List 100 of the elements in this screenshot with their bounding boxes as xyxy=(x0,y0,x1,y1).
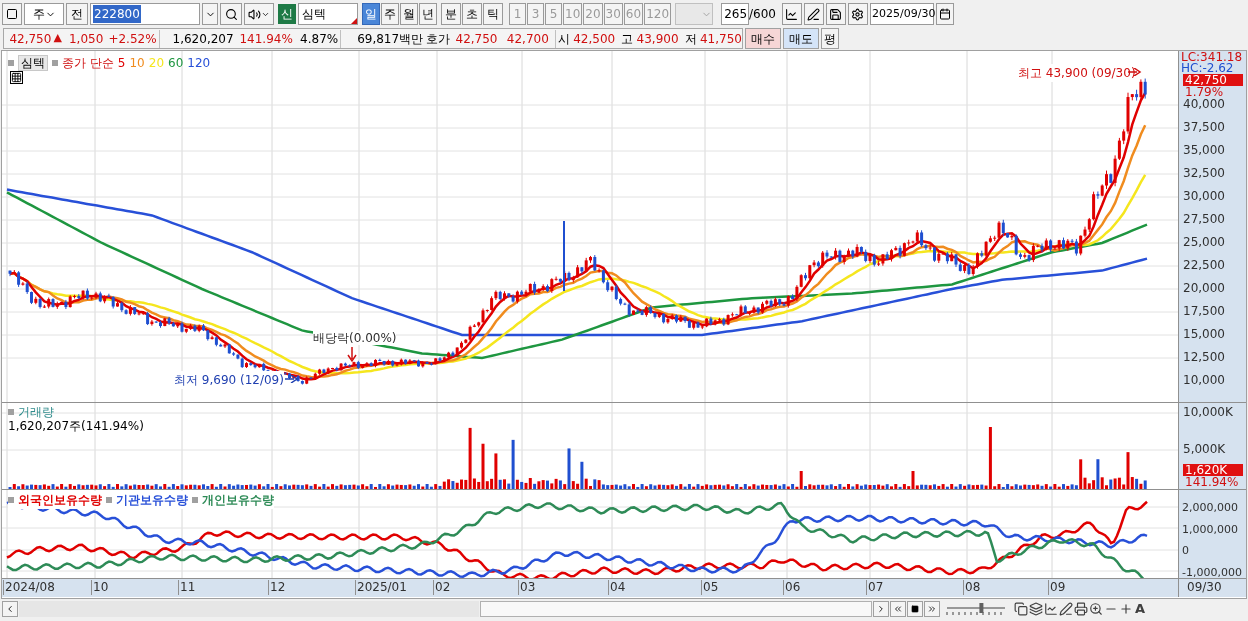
line-chart-icon[interactable] xyxy=(1044,602,1058,616)
ask-price: 42,750 xyxy=(454,30,498,48)
period-tab[interactable]: 월 xyxy=(400,3,418,25)
search-icon[interactable] xyxy=(1089,602,1103,616)
high-marker: 최고 43,900 (09/30) xyxy=(1018,64,1136,82)
volume-tag-rate: 141.94% xyxy=(1185,476,1239,488)
date-axis-label: 11 xyxy=(178,580,196,595)
search-button[interactable] xyxy=(220,3,242,25)
save-button[interactable] xyxy=(826,3,846,25)
date-axis-label: 04 xyxy=(608,580,626,595)
low-price: 41,750 xyxy=(699,30,742,48)
price-axis-label: 25,000 xyxy=(1183,236,1225,249)
holdings-axis-label: 0 xyxy=(1182,544,1189,557)
price-axis-label: 27,500 xyxy=(1183,213,1225,226)
intraday-tab[interactable]: 분 xyxy=(441,3,461,25)
prev-button[interactable]: 전 xyxy=(66,3,88,25)
bid-price: 42,700 xyxy=(505,30,549,48)
price-axis-label: 10,000 xyxy=(1183,374,1225,387)
direction-mark: ▲ xyxy=(53,30,62,47)
current-date-label: 09/30 xyxy=(1178,579,1246,597)
zoom-slider-thumb[interactable] xyxy=(979,603,984,613)
low-arrow-icon xyxy=(285,375,299,383)
count-max: /600 xyxy=(749,6,776,23)
stock-name-field[interactable]: 심텍 xyxy=(298,3,358,25)
date-axis-label: 02 xyxy=(433,580,451,595)
holdings-axis-label: 2,000,000 xyxy=(1182,501,1238,514)
legend-marker-icon[interactable] xyxy=(8,409,14,415)
date-axis-label: 10 xyxy=(91,580,109,595)
holdings-legend: 기관보유수량 xyxy=(116,491,188,509)
price-axis-label: 30,000 xyxy=(1183,190,1225,203)
date-field[interactable]: 2025/09/30 xyxy=(870,3,934,25)
legend-marker-icon[interactable] xyxy=(192,497,198,503)
market-badge: 신 xyxy=(278,4,296,24)
legend-marker-icon[interactable] xyxy=(8,497,14,503)
price-axis-label: 12,500 xyxy=(1183,351,1225,364)
scroll-left-button[interactable] xyxy=(2,601,18,617)
price-axis-label: 22,500 xyxy=(1183,259,1225,272)
price-change: 1,050 xyxy=(67,30,104,48)
average-legend: 20 xyxy=(148,54,165,72)
pen-icon[interactable] xyxy=(1059,602,1073,616)
window-icon xyxy=(6,8,18,20)
copy-icon[interactable] xyxy=(1014,602,1028,616)
stock-code-field[interactable]: 222800 xyxy=(90,3,200,25)
trade-button[interactable]: 매도 xyxy=(783,28,819,49)
price-axis-label: 20,000 xyxy=(1183,282,1225,295)
period-tab[interactable]: 년 xyxy=(419,3,437,25)
holdings-axis-label: -1,000,000 xyxy=(1182,565,1242,579)
average-legend: 10 xyxy=(129,54,145,72)
price-tag: 42,750 xyxy=(1183,74,1243,86)
period-tab[interactable]: 주 xyxy=(381,3,399,25)
pen-icon xyxy=(807,7,821,21)
layers-icon[interactable] xyxy=(1029,602,1043,616)
volume-axis-label: 5,000K xyxy=(1183,443,1226,456)
volume-ratio: 141.94% xyxy=(238,30,293,48)
hc-reading: HC:-2.62 xyxy=(1181,62,1234,74)
trade-button[interactable]: 매수 xyxy=(745,28,781,49)
low-marker: 최저 9,690 (12/09) xyxy=(174,371,284,389)
trade-button[interactable]: 평 xyxy=(821,28,839,49)
window-layout-button[interactable] xyxy=(2,3,22,25)
period-tab[interactable]: 일 xyxy=(362,3,380,25)
count-field[interactable]: 265 xyxy=(721,3,750,25)
high-price: 43,900 xyxy=(635,30,679,48)
legend-marker-icon[interactable] xyxy=(52,60,58,66)
candle-button[interactable] xyxy=(782,3,802,25)
zoom-in-icon[interactable] xyxy=(1119,602,1133,616)
scroll-right-button[interactable] xyxy=(873,601,889,617)
search-icon xyxy=(224,7,238,21)
settings-button[interactable] xyxy=(848,3,868,25)
average-legend: 60 xyxy=(168,54,184,72)
stop-icon xyxy=(911,605,919,613)
current-price: 42,750 xyxy=(8,30,52,48)
table-icon[interactable] xyxy=(10,71,23,84)
volume-title: 거래량 xyxy=(18,405,54,419)
print-icon[interactable] xyxy=(1074,602,1088,616)
date-axis-label: 08 xyxy=(963,580,981,595)
date-axis-label: 07 xyxy=(866,580,884,595)
intraday-tab[interactable]: 틱 xyxy=(483,3,503,25)
ask-label: 호가 xyxy=(426,30,451,48)
average-legend: 120 xyxy=(187,54,211,72)
legend-marker-icon[interactable] xyxy=(106,497,112,503)
draw-button[interactable] xyxy=(804,3,824,25)
dividend-arrow-icon xyxy=(347,347,357,363)
dividend-marker: 배당락(0.00%) xyxy=(313,331,397,345)
price-axis-label: 17,500 xyxy=(1183,305,1225,318)
stop-button[interactable] xyxy=(907,601,923,617)
legend-marker-icon[interactable] xyxy=(8,60,14,66)
price-axis-label: 32,500 xyxy=(1183,167,1225,180)
period-unit-dropdown[interactable]: 주 xyxy=(24,3,64,25)
font-button[interactable]: A xyxy=(1134,599,1147,619)
legend-title: 종가 단순 xyxy=(62,55,114,72)
high-label: 고 xyxy=(621,30,634,48)
speaker-button[interactable] xyxy=(244,3,274,25)
average-legend: 5 xyxy=(117,54,126,72)
holdings-legend: 개인보유수량 xyxy=(202,491,274,509)
calendar-button[interactable] xyxy=(936,3,954,25)
stock-tag[interactable]: 심텍 xyxy=(18,55,48,71)
date-axis-label: 12 xyxy=(268,580,286,595)
scroll-thumb[interactable] xyxy=(480,601,872,617)
volume-value: 1,620,207 xyxy=(158,29,234,48)
intraday-tab[interactable]: 초 xyxy=(462,3,482,25)
